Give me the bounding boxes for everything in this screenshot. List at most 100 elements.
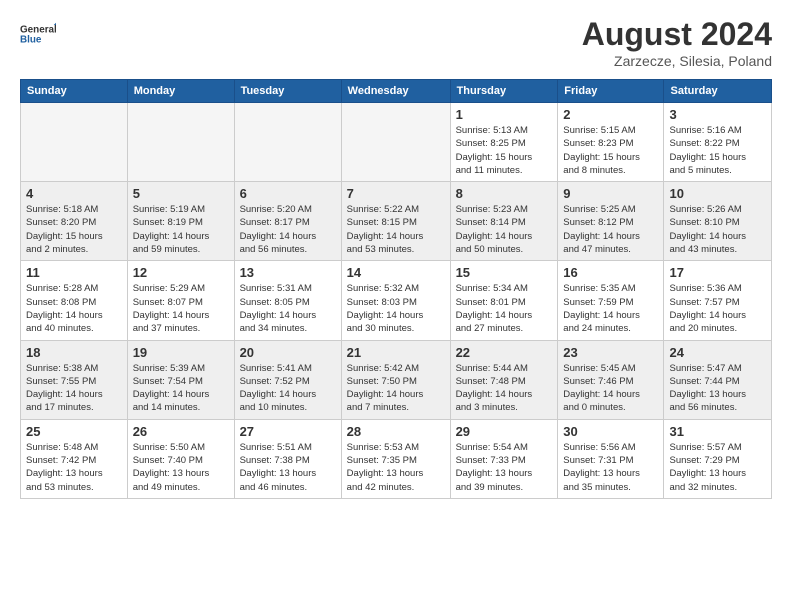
day-number: 27 — [240, 424, 336, 439]
day-number: 7 — [347, 186, 445, 201]
table-row: 25Sunrise: 5:48 AM Sunset: 7:42 PM Dayli… — [21, 419, 128, 498]
day-info: Sunrise: 5:41 AM Sunset: 7:52 PM Dayligh… — [240, 362, 336, 415]
day-number: 30 — [563, 424, 658, 439]
day-info: Sunrise: 5:31 AM Sunset: 8:05 PM Dayligh… — [240, 282, 336, 335]
table-row: 14 Sunrise: 5:32 AM Sunset: 8:03 PM Dayli… — [341, 261, 450, 340]
day-info: Sunrise: 5:36 AM Sunset: 7:57 PM Dayligh… — [669, 282, 766, 335]
day-number: 20 — [240, 345, 336, 360]
day-number: 8 — [456, 186, 553, 201]
table-row: 19 Sunrise: 5:39 AM Sunset: 7:54 PM Dayli… — [127, 340, 234, 419]
day-info: Sunrise: 5:22 AM Sunset: 8:15 PM Dayligh… — [347, 203, 445, 256]
svg-text:Blue: Blue — [20, 35, 42, 46]
day-number: 31 — [669, 424, 766, 439]
col-sunday: Sunday — [21, 80, 128, 103]
col-saturday: Saturday — [664, 80, 772, 103]
table-row: 2 Sunrise: 5:15 AM Sunset: 8:23 PM Daylig… — [558, 103, 664, 182]
table-row: 7 Sunrise: 5:22 AM Sunset: 8:15 PM Daylig… — [341, 182, 450, 261]
table-row: 21 Sunrise: 5:42 AM Sunset: 7:50 PM Dayli… — [341, 340, 450, 419]
day-number: 18 — [26, 345, 122, 360]
table-row: 11 Sunrise: 5:28 AM Sunset: 8:08 PM Dayli… — [21, 261, 128, 340]
table-row — [234, 103, 341, 182]
table-row: 23 Sunrise: 5:45 AM Sunset: 7:46 PM Dayli… — [558, 340, 664, 419]
day-info: Sunrise: 5:13 AM Sunset: 8:25 PM Dayligh… — [456, 124, 553, 177]
table-row — [127, 103, 234, 182]
day-number: 29 — [456, 424, 553, 439]
day-info: Sunrise: 5:44 AM Sunset: 7:48 PM Dayligh… — [456, 362, 553, 415]
day-info: Sunrise: 5:42 AM Sunset: 7:50 PM Dayligh… — [347, 362, 445, 415]
table-row: 24 Sunrise: 5:47 AM Sunset: 7:44 PM Dayli… — [664, 340, 772, 419]
day-info: Sunrise: 5:50 AM Sunset: 7:40 PM Dayligh… — [133, 441, 229, 494]
table-row: 9 Sunrise: 5:25 AM Sunset: 8:12 PM Daylig… — [558, 182, 664, 261]
day-number: 17 — [669, 265, 766, 280]
day-info: Sunrise: 5:32 AM Sunset: 8:03 PM Dayligh… — [347, 282, 445, 335]
day-number: 23 — [563, 345, 658, 360]
table-row: 5Sunrise: 5:19 AM Sunset: 8:19 PM Daylig… — [127, 182, 234, 261]
table-row: 16Sunrise: 5:35 AM Sunset: 7:59 PM Dayli… — [558, 261, 664, 340]
title-block: August 2024 Zarzecze, Silesia, Poland — [582, 16, 772, 69]
table-row: 3 Sunrise: 5:16 AM Sunset: 8:22 PM Daylig… — [664, 103, 772, 182]
calendar-header-row: Sunday Monday Tuesday Wednesday Thursday… — [21, 80, 772, 103]
day-number: 24 — [669, 345, 766, 360]
day-info: Sunrise: 5:53 AM Sunset: 7:35 PM Dayligh… — [347, 441, 445, 494]
day-info: Sunrise: 5:15 AM Sunset: 8:23 PM Dayligh… — [563, 124, 658, 177]
day-info: Sunrise: 5:57 AM Sunset: 7:29 PM Dayligh… — [669, 441, 766, 494]
col-friday: Friday — [558, 80, 664, 103]
table-row: 27 Sunrise: 5:51 AM Sunset: 7:38 PM Dayli… — [234, 419, 341, 498]
table-row: 13 Sunrise: 5:31 AM Sunset: 8:05 PM Dayli… — [234, 261, 341, 340]
col-monday: Monday — [127, 80, 234, 103]
day-info: Sunrise: 5:28 AM Sunset: 8:08 PM Dayligh… — [26, 282, 122, 335]
table-row: 18 Sunrise: 5:38 AM Sunset: 7:55 PM Dayli… — [21, 340, 128, 419]
col-tuesday: Tuesday — [234, 80, 341, 103]
table-row: 30 Sunrise: 5:56 AM Sunset: 7:31 PM Dayli… — [558, 419, 664, 498]
calendar-table: Sunday Monday Tuesday Wednesday Thursday… — [20, 79, 772, 499]
day-info: Sunrise: 5:34 AM Sunset: 8:01 PM Dayligh… — [456, 282, 553, 335]
day-info: Sunrise: 5:47 AM Sunset: 7:44 PM Dayligh… — [669, 362, 766, 415]
table-row: 12 Sunrise: 5:29 AM Sunset: 8:07 PM Dayli… — [127, 261, 234, 340]
day-number: 21 — [347, 345, 445, 360]
table-row: 26 Sunrise: 5:50 AM Sunset: 7:40 PM Dayli… — [127, 419, 234, 498]
day-number: 10 — [669, 186, 766, 201]
day-info: Sunrise: 5:16 AM Sunset: 8:22 PM Dayligh… — [669, 124, 766, 177]
day-number: 3 — [669, 107, 766, 122]
day-number: 2 — [563, 107, 658, 122]
day-number: 28 — [347, 424, 445, 439]
table-row: 31 Sunrise: 5:57 AM Sunset: 7:29 PM Dayli… — [664, 419, 772, 498]
day-number: 1 — [456, 107, 553, 122]
day-number: 25 — [26, 424, 122, 439]
table-row: 29Sunrise: 5:54 AM Sunset: 7:33 PM Dayli… — [450, 419, 558, 498]
day-info: Sunrise: 5:20 AM Sunset: 8:17 PM Dayligh… — [240, 203, 336, 256]
table-row — [21, 103, 128, 182]
svg-text:General: General — [20, 25, 56, 36]
day-info: Sunrise: 5:51 AM Sunset: 7:38 PM Dayligh… — [240, 441, 336, 494]
table-row: 6 Sunrise: 5:20 AM Sunset: 8:17 PM Daylig… — [234, 182, 341, 261]
table-row — [341, 103, 450, 182]
day-number: 16 — [563, 265, 658, 280]
day-info: Sunrise: 5:38 AM Sunset: 7:55 PM Dayligh… — [26, 362, 122, 415]
logo-svg: General Blue — [20, 16, 56, 52]
day-number: 19 — [133, 345, 229, 360]
day-info: Sunrise: 5:29 AM Sunset: 8:07 PM Dayligh… — [133, 282, 229, 335]
table-row: 10 Sunrise: 5:26 AM Sunset: 8:10 PM Dayli… — [664, 182, 772, 261]
day-number: 9 — [563, 186, 658, 201]
day-info: Sunrise: 5:25 AM Sunset: 8:12 PM Dayligh… — [563, 203, 658, 256]
day-info: Sunrise: 5:56 AM Sunset: 7:31 PM Dayligh… — [563, 441, 658, 494]
col-thursday: Thursday — [450, 80, 558, 103]
day-number: 6 — [240, 186, 336, 201]
day-number: 26 — [133, 424, 229, 439]
table-row: 22 Sunrise: 5:44 AM Sunset: 7:48 PM Dayli… — [450, 340, 558, 419]
day-number: 15 — [456, 265, 553, 280]
day-number: 14 — [347, 265, 445, 280]
day-info: Sunrise: 5:26 AM Sunset: 8:10 PM Dayligh… — [669, 203, 766, 256]
location: Zarzecze, Silesia, Poland — [582, 53, 772, 69]
table-row: 1 Sunrise: 5:13 AM Sunset: 8:25 PM Daylig… — [450, 103, 558, 182]
day-info: Sunrise: 5:39 AM Sunset: 7:54 PM Dayligh… — [133, 362, 229, 415]
col-wednesday: Wednesday — [341, 80, 450, 103]
day-number: 12 — [133, 265, 229, 280]
day-number: 22 — [456, 345, 553, 360]
day-info: Sunrise: 5:45 AM Sunset: 7:46 PM Dayligh… — [563, 362, 658, 415]
day-info: Sunrise: 5:18 AM Sunset: 8:20 PM Dayligh… — [26, 203, 122, 256]
day-number: 11 — [26, 265, 122, 280]
table-row: 20 Sunrise: 5:41 AM Sunset: 7:52 PM Dayli… — [234, 340, 341, 419]
day-number: 13 — [240, 265, 336, 280]
day-info: Sunrise: 5:23 AM Sunset: 8:14 PM Dayligh… — [456, 203, 553, 256]
